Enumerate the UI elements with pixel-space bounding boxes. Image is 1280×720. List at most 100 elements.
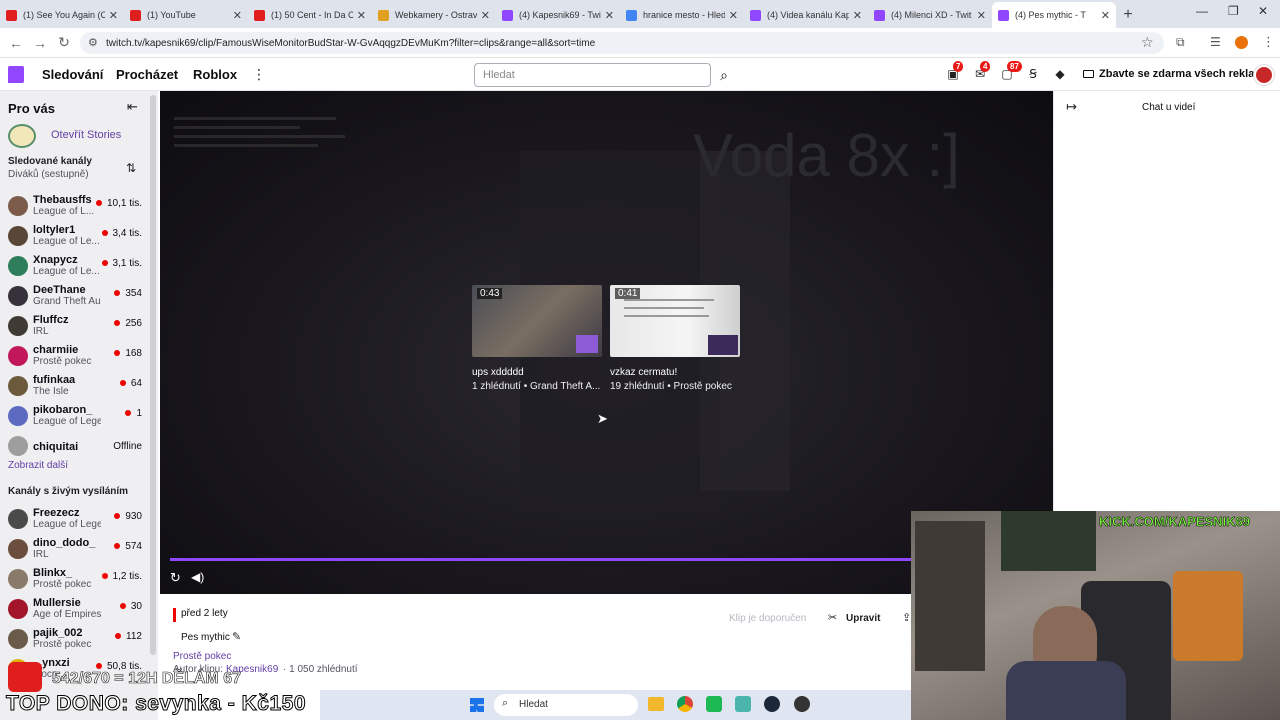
sidebar-channel-fufinkaa[interactable]: fufinkaa The Isle 64 [0,372,148,402]
app-green-icon[interactable] [706,696,722,712]
menu-dots-icon[interactable]: ⋮ [1262,34,1275,50]
browser-tab[interactable]: (4) Kapesnik69 - Twit ✕ [496,2,620,28]
nav-following[interactable]: Sledování [42,67,103,82]
live-dot-icon [119,380,126,387]
notifications-icon[interactable]: ▢ 87 [999,61,1022,81]
browser-tab[interactable]: (4) Videa kanálu Kap ✕ [744,2,868,28]
category-link[interactable]: Prostě pokec [173,651,231,662]
close-window-icon[interactable]: ✕ [1258,4,1268,18]
sidebar-channel-dinododo[interactable]: dino_dodo_ IRL 574 [0,535,148,565]
new-tab-button[interactable]: + [1116,2,1140,28]
sort-icon[interactable]: ⇅ [126,161,136,175]
tab-close-icon[interactable]: ✕ [853,9,862,22]
pencil-icon[interactable]: ✎ [232,630,241,643]
inbox-badge: 4 [980,61,991,72]
extensions-icon[interactable]: ⧉ [1176,35,1185,50]
collapse-sidebar-icon[interactable]: ⇤ [127,99,138,115]
drops-icon[interactable]: ▣ 7 [945,61,964,81]
taskbar-search-icon: ⌕ [502,697,509,709]
show-more-link[interactable]: Zobrazit další [8,460,68,471]
recommended-clip-1[interactable]: 0:43 ups xddddd 1 zhlédnutí • Grand Thef… [472,285,602,392]
viewer-count: 64 [130,378,142,389]
tab-close-icon[interactable]: ✕ [605,9,614,22]
steam-icon[interactable] [764,696,780,712]
viewer-count: 3,1 tis. [112,258,142,269]
channel-avatar [8,196,28,216]
channel-game: League of Le... [33,236,100,247]
tv-icon [1083,70,1094,78]
tab-close-icon[interactable]: ✕ [977,9,986,22]
sidebar-channel-chiquitai[interactable]: chiquitai Offline [0,432,148,462]
tab-close-icon[interactable]: ✕ [233,9,242,22]
sidebar-channel-mullersie[interactable]: MullersieAge of Empires II 30 [0,595,148,625]
user-avatar[interactable] [1254,65,1274,85]
more-dots-icon[interactable]: ⋮ [252,66,266,83]
bits-icon[interactable]: ◆ [1052,67,1068,81]
back-icon[interactable]: ← [4,35,28,51]
top-donation-text: TOP DONO: sevynka - Kč150 [5,692,307,716]
url-field[interactable]: ⚙ twitch.tv/kapesnik69/clip/FamousWiseMo… [80,32,1164,54]
app-dark-icon[interactable] [794,696,810,712]
replay-icon[interactable]: ↻ [170,570,181,586]
sidebar-channel-loltyler1[interactable]: loltyler1 League of Le... 3,4 tis. [0,222,148,252]
browser-tab[interactable]: (1) 50 Cent - In Da Cl ✕ [248,2,372,28]
browser-tab[interactable]: hranice mesto - Hled ✕ [620,2,744,28]
forward-icon[interactable]: → [28,35,52,51]
tab-close-icon[interactable]: ✕ [357,9,366,22]
share-icon[interactable]: ⇪ [902,611,911,624]
bookmark-star-icon[interactable]: ☆ [1141,34,1154,51]
tab-close-icon[interactable]: ✕ [729,9,738,22]
channel-avatar [8,629,28,649]
browser-tab[interactable]: Webkamery - Ostrav ✕ [372,2,496,28]
minimize-icon[interactable]: — [1196,4,1208,18]
sidebar-channel-fluffcz[interactable]: Fluffcz IRL 256 [0,312,148,342]
channel-avatar [8,346,28,366]
chrome-icon[interactable] [677,696,693,712]
volume-icon[interactable]: ◀) [191,570,204,584]
sidebar-channel-xnapycz[interactable]: Xnapycz League of Le... 3,1 tis. [0,252,148,282]
adfree-button[interactable]: Zbavte se zdarma všech reklam [1099,68,1264,80]
twitch-logo-icon[interactable] [8,66,24,83]
taskbar-search[interactable]: ⌕ Hledat [494,694,638,716]
app-teal-icon[interactable] [735,696,751,712]
media-icon[interactable]: ☰ [1210,35,1221,49]
profile-avatar[interactable] [1235,36,1248,49]
sidebar-channel-pikobaron[interactable]: pikobaron_League of Lege... 1 [0,402,148,432]
sidebar-channel-blinkx[interactable]: Blinkx_ Prostě pokec 1,2 tis. [0,565,148,595]
search-icon[interactable]: ⌕ [713,63,735,87]
expand-chat-icon[interactable]: ↦ [1066,99,1077,115]
maximize-icon[interactable]: ❐ [1228,4,1239,18]
nav-browse[interactable]: Procházet [116,67,178,82]
recommended-clip-2[interactable]: 0:41 vzkaz cermatu! 19 zhlédnutí • Prost… [610,285,740,392]
channel-game: The Isle [33,386,69,397]
browser-tab[interactable]: (1) See You Again (Cl ✕ [0,2,124,28]
browser-tab[interactable]: (1) YouTube ✕ [124,2,248,28]
browser-tab[interactable]: (4) Pes mythic - T ✕ [992,2,1116,28]
sidebar-channel-deethane[interactable]: DeeThaneGrand Theft Au... 354 [0,282,148,312]
tab-close-icon[interactable]: ✕ [109,9,118,22]
browser-tab-strip: (1) See You Again (Cl ✕ (1) YouTube ✕ (1) 50… [0,0,1280,28]
sidebar-channel-charmiie[interactable]: charmiie Prostě pokec 168 [0,342,148,372]
channel-avatar [8,316,28,336]
tab-title: Webkamery - Ostrav [395,10,477,20]
viewer-count: 10,1 tis. [106,198,142,209]
windows-start-icon[interactable] [470,698,484,712]
edit-button[interactable]: Upravit [846,613,880,624]
sidebar-channel-thebausffs[interactable]: Thebausffs League of L... 10,1 tis. [0,192,148,222]
nav-roblox[interactable]: Roblox [193,67,237,82]
stories-link[interactable]: Otevřít Stories [51,129,121,141]
sidebar-channel-pajik002[interactable]: pajik_002 Prostě pokec 112 [0,625,148,655]
sidebar-scrollbar[interactable] [150,95,156,655]
inbox-icon[interactable]: ✉ 4 [972,61,991,81]
sidebar-channel-freezecz[interactable]: FreezeczLeague of Lege... 930 [0,505,148,535]
reload-icon[interactable]: ↻ [52,34,76,51]
search-input[interactable]: Hledat [474,63,711,87]
browser-tab[interactable]: (4) Milenci XD - Twit ✕ [868,2,992,28]
tab-close-icon[interactable]: ✕ [1101,9,1110,22]
site-info-icon[interactable]: ⚙ [88,36,98,49]
viewer-count: 354 [125,288,142,299]
explorer-icon[interactable] [648,697,664,711]
translate-icon[interactable]: Ꞩ [1025,67,1041,81]
stories-avatar[interactable] [8,124,36,148]
tab-close-icon[interactable]: ✕ [481,9,490,22]
